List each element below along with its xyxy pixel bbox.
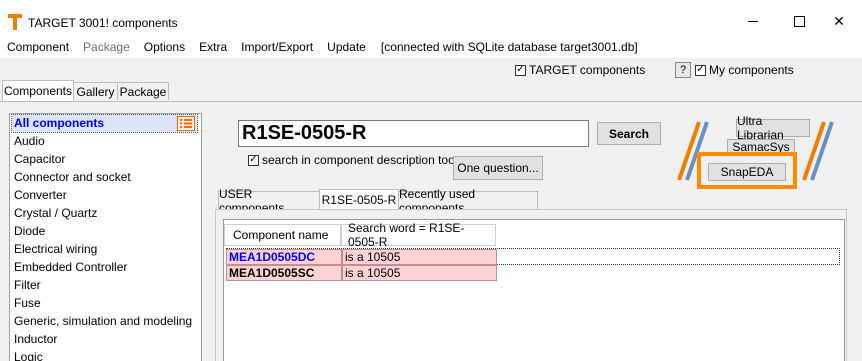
category-item-crystal[interactable]: Crystal / Quartz bbox=[14, 205, 97, 222]
category-item-logic[interactable]: Logic bbox=[14, 349, 43, 361]
title-bar: TARGET 3001! components ✕ bbox=[0, 0, 862, 36]
category-item-inductor[interactable]: Inductor bbox=[14, 331, 57, 348]
category-item-embedded-controller[interactable]: Embedded Controller bbox=[14, 259, 127, 276]
category-item-audio[interactable]: Audio bbox=[14, 133, 45, 150]
column-header-component-name[interactable]: Component name bbox=[224, 224, 341, 246]
category-list[interactable]: All components Audio Capacitor Connector… bbox=[9, 113, 202, 361]
table-row-match[interactable]: is a 10505 bbox=[342, 249, 497, 265]
tab-recently-used[interactable]: Recently used components bbox=[398, 187, 538, 215]
tab-search-result[interactable]: R1SE-0505-R bbox=[319, 189, 399, 210]
tab-gallery[interactable]: Gallery bbox=[73, 82, 118, 100]
search-button[interactable]: Search bbox=[597, 122, 661, 145]
close-icon: ✕ bbox=[833, 12, 845, 29]
tab-components-label: Components bbox=[3, 84, 73, 98]
menu-bar: Component Package Options Extra Import/E… bbox=[0, 36, 862, 58]
app-logo-icon bbox=[8, 14, 22, 30]
snapeda-button[interactable]: SnapEDA bbox=[708, 163, 786, 181]
menu-update[interactable]: Update bbox=[320, 40, 373, 54]
my-components-checkbox[interactable]: ✓ bbox=[695, 64, 706, 76]
search-description-checkbox[interactable]: ✓ bbox=[248, 154, 259, 166]
category-item-generic[interactable]: Generic, simulation and modeling bbox=[14, 313, 192, 330]
maximize-icon bbox=[793, 15, 805, 27]
search-description-option[interactable]: ✓ search in component description too bbox=[248, 153, 455, 167]
menu-import-export[interactable]: Import/Export bbox=[234, 40, 320, 54]
menu-component[interactable]: Component bbox=[0, 40, 76, 54]
category-item-all-components[interactable]: All components bbox=[11, 114, 198, 133]
help-icon: ? bbox=[679, 64, 687, 76]
my-components-label: My components bbox=[709, 63, 794, 77]
close-button[interactable]: ✕ bbox=[816, 6, 862, 36]
tab-package-label: Package bbox=[119, 84, 167, 99]
minimize-icon bbox=[748, 20, 758, 22]
category-item-diode[interactable]: Diode bbox=[14, 223, 45, 240]
category-item-connector[interactable]: Connector and socket bbox=[14, 169, 131, 186]
search-input[interactable]: R1SE-0505-R bbox=[238, 120, 589, 147]
category-item-filter[interactable]: Filter bbox=[14, 277, 41, 294]
tab-search-result-label: R1SE-0505-R bbox=[321, 193, 397, 207]
window-title: TARGET 3001! components bbox=[28, 16, 178, 30]
ultra-librarian-button[interactable]: Ultra Librarian bbox=[736, 114, 810, 142]
tab-components[interactable]: Components bbox=[2, 80, 74, 101]
list-view-icon[interactable] bbox=[177, 116, 195, 131]
category-item-fuse[interactable]: Fuse bbox=[14, 295, 41, 312]
tab-user-components[interactable]: USER components bbox=[218, 187, 320, 215]
target-components-option[interactable]: ✓ TARGET components bbox=[515, 63, 645, 77]
tab-gallery-label: Gallery bbox=[76, 84, 115, 99]
column-header-search-word[interactable]: Search word = R1SE-0505-R bbox=[341, 221, 496, 249]
category-item-electrical-wiring[interactable]: Electrical wiring bbox=[14, 241, 97, 258]
menu-options[interactable]: Options bbox=[137, 40, 192, 54]
tab-package[interactable]: Package bbox=[117, 82, 169, 100]
menu-package[interactable]: Package bbox=[76, 40, 137, 54]
category-item-capacitor[interactable]: Capacitor bbox=[14, 151, 65, 168]
table-row-name[interactable]: MEA1D0505DC bbox=[226, 249, 342, 265]
my-components-option[interactable]: ✓ My components bbox=[695, 63, 794, 77]
category-item-converter[interactable]: Converter bbox=[14, 187, 67, 204]
table-row-match[interactable]: is a 10505 bbox=[342, 265, 497, 281]
category-label: All components bbox=[14, 116, 105, 130]
target-components-label: TARGET components bbox=[529, 63, 646, 77]
database-status: [connected with SQLite database target30… bbox=[380, 40, 638, 54]
table-row-name[interactable]: MEA1D0505SC bbox=[226, 265, 342, 281]
list-icon bbox=[180, 119, 192, 128]
target-components-checkbox[interactable]: ✓ bbox=[515, 64, 526, 76]
help-button[interactable]: ? bbox=[675, 62, 691, 78]
minimize-button[interactable] bbox=[730, 6, 776, 36]
tab-divider bbox=[0, 101, 862, 102]
menu-extra[interactable]: Extra bbox=[192, 40, 234, 54]
one-question-button[interactable]: One question... bbox=[453, 156, 543, 180]
search-description-label: search in component description too bbox=[262, 153, 455, 167]
